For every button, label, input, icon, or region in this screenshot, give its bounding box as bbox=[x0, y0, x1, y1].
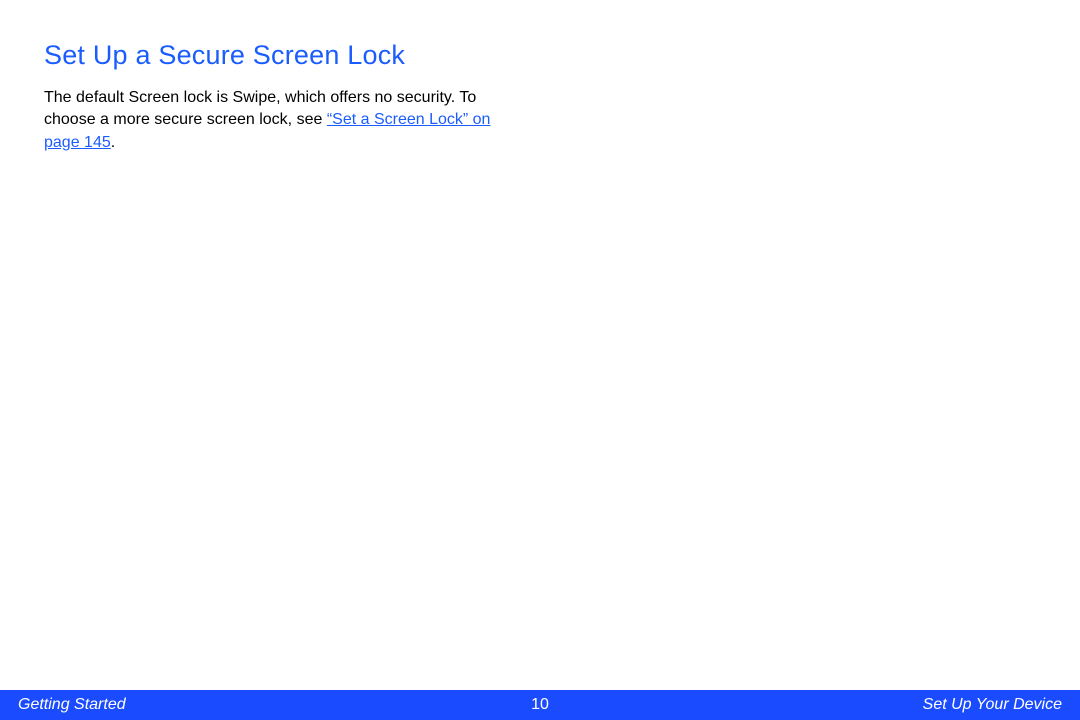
content-area: Set Up a Secure Screen Lock The default … bbox=[0, 0, 1080, 154]
body-text-post: . bbox=[111, 134, 115, 151]
section-heading: Set Up a Secure Screen Lock bbox=[44, 40, 1036, 71]
footer-left: Getting Started bbox=[18, 696, 126, 714]
page-number: 10 bbox=[531, 696, 549, 714]
body-paragraph: The default Screen lock is Swipe, which … bbox=[44, 87, 524, 154]
document-page: Set Up a Secure Screen Lock The default … bbox=[0, 0, 1080, 720]
footer-right: Set Up Your Device bbox=[923, 696, 1062, 714]
page-footer: Getting Started 10 Set Up Your Device bbox=[0, 690, 1080, 720]
